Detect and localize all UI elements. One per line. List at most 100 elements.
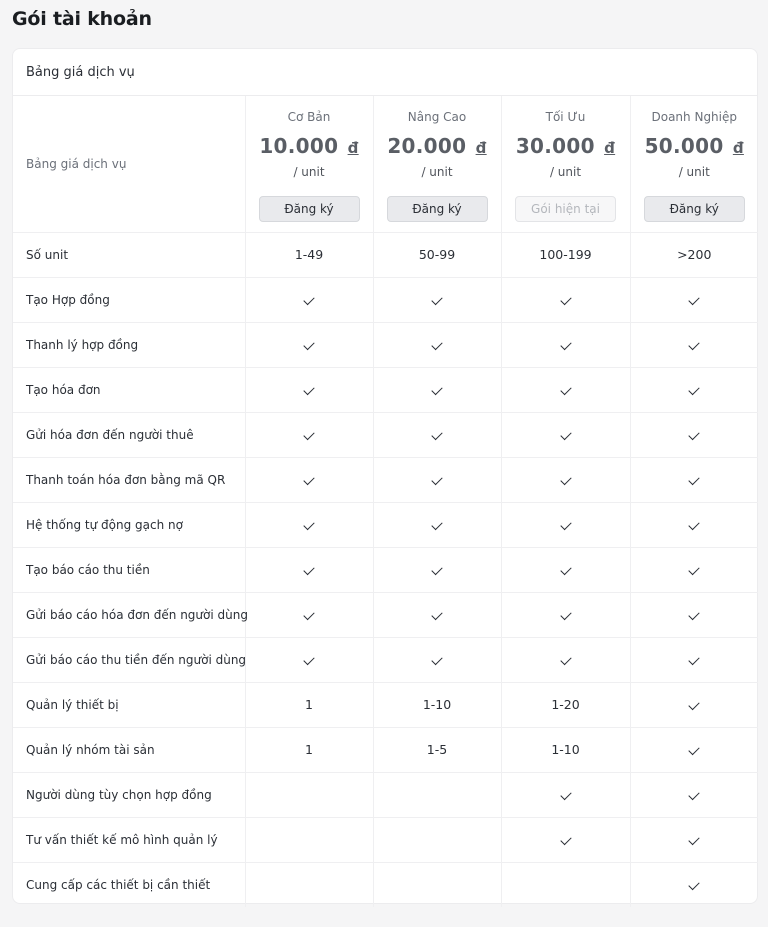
feature-value-cell xyxy=(245,817,374,863)
plan-unit: / unit xyxy=(678,165,710,179)
subscribe-button[interactable]: Đăng ký xyxy=(386,196,488,222)
subscribe-button[interactable]: Đăng ký xyxy=(643,196,745,222)
check-icon xyxy=(688,698,700,711)
plan-price-amount: 20.000 xyxy=(387,134,467,158)
feature-included-cell xyxy=(373,367,502,413)
feature-included-cell xyxy=(630,727,758,773)
feature-included-cell xyxy=(373,592,502,638)
feature-row: Gửi báo cáo thu tiền đến người dùng xyxy=(13,637,758,683)
pricing-card: Bảng giá dịch vụ Bảng giá dịch vụ Cơ Bản… xyxy=(12,48,759,907)
check-icon xyxy=(559,653,572,666)
page-title: Gói tài khoản xyxy=(12,8,152,30)
feature-included-cell xyxy=(245,547,374,593)
feature-label: Cung cấp các thiết bị cần thiết xyxy=(13,862,246,907)
check-icon xyxy=(559,383,572,396)
feature-row: Thanh lý hợp đồng xyxy=(13,322,758,368)
plan-name: Cơ Bản xyxy=(287,110,331,124)
check-icon xyxy=(559,788,572,801)
feature-label: Thanh toán hóa đơn bằng mã QR xyxy=(13,457,246,503)
feature-label: Gửi hóa đơn đến người thuê xyxy=(13,412,246,458)
feature-included-cell xyxy=(501,547,631,593)
feature-row: Gửi báo cáo hóa đơn đến người dùng xyxy=(13,592,758,638)
feature-included-cell xyxy=(245,637,374,683)
feature-label: Tạo hóa đơn xyxy=(13,367,246,413)
check-icon xyxy=(303,383,315,396)
subscribe-button[interactable]: Đăng ký xyxy=(258,196,360,222)
check-icon xyxy=(303,473,315,486)
feature-row: Thanh toán hóa đơn bằng mã QR xyxy=(13,457,758,503)
feature-included-cell xyxy=(630,862,758,907)
feature-included-cell xyxy=(501,502,631,548)
plan-price-amount: 50.000 xyxy=(644,134,724,158)
plan-unit: / unit xyxy=(421,165,453,179)
feature-included-cell xyxy=(373,457,502,503)
feature-label: Gửi báo cáo hóa đơn đến người dùng xyxy=(13,592,248,638)
check-icon xyxy=(431,563,443,576)
plan-column-header: Doanh Nghiệp 50.000 đ / unit Đăng ký xyxy=(630,96,759,233)
feature-row: Người dùng tùy chọn hợp đồng xyxy=(13,772,758,818)
feature-value-cell: 50-99 xyxy=(373,232,502,278)
feature-included-cell xyxy=(245,412,374,458)
feature-label: Người dùng tùy chọn hợp đồng xyxy=(13,772,246,818)
feature-included-cell xyxy=(501,412,631,458)
feature-label: Hệ thống tự động gạch nợ xyxy=(13,502,246,548)
feature-row: Số unit 1-49 50-99 100-199 >200 xyxy=(13,232,758,278)
feature-included-cell xyxy=(245,457,374,503)
plan-name: Tối Ưu xyxy=(545,110,586,124)
feature-included-cell xyxy=(630,277,758,323)
check-icon xyxy=(303,608,315,621)
feature-row: Tư vấn thiết kế mô hình quản lý xyxy=(13,817,758,863)
check-icon xyxy=(303,653,315,666)
feature-included-cell xyxy=(630,592,758,638)
currency-symbol: đ xyxy=(732,139,744,157)
currency-symbol: đ xyxy=(347,139,359,157)
check-icon xyxy=(303,518,315,531)
plan-price: 30.000 đ xyxy=(502,134,630,160)
card-header: Bảng giá dịch vụ xyxy=(13,49,757,96)
feature-included-cell xyxy=(373,637,502,683)
feature-included-cell xyxy=(245,367,374,413)
plan-column-header: Tối Ưu 30.000 đ / unit Gói hiện tại xyxy=(501,96,631,233)
feature-label: Tư vấn thiết kế mô hình quản lý xyxy=(13,817,246,863)
check-icon xyxy=(559,518,572,531)
feature-included-cell xyxy=(501,637,631,683)
feature-value-cell xyxy=(245,772,374,818)
plan-name: Nâng Cao xyxy=(407,110,467,124)
feature-row: Quản lý thiết bị 1 1-10 1-20 xyxy=(13,682,758,728)
feature-included-cell xyxy=(373,502,502,548)
feature-label: Quản lý thiết bị xyxy=(13,682,246,728)
check-icon xyxy=(431,338,443,351)
feature-label: Tạo Hợp đồng xyxy=(13,277,246,323)
check-icon xyxy=(431,428,443,441)
currency-symbol: đ xyxy=(604,139,616,157)
check-icon xyxy=(431,608,443,621)
plan-price: 20.000 đ xyxy=(374,134,501,160)
current-plan-button: Gói hiện tại xyxy=(515,196,616,222)
feature-row: Quản lý nhóm tài sản 1 1-5 1-10 xyxy=(13,727,758,773)
feature-included-cell xyxy=(501,772,631,818)
plan-unit: / unit xyxy=(293,165,325,179)
feature-included-cell xyxy=(373,412,502,458)
check-icon xyxy=(688,608,700,621)
feature-value-cell: 1-20 xyxy=(501,682,631,728)
feature-included-cell xyxy=(373,277,502,323)
feature-included-cell xyxy=(501,817,631,863)
plan-price: 50.000 đ xyxy=(631,134,759,160)
check-icon xyxy=(688,383,700,396)
check-icon xyxy=(688,879,700,891)
feature-included-cell xyxy=(245,502,374,548)
feature-row: Tạo Hợp đồng xyxy=(13,277,758,323)
feature-value-cell: 1 xyxy=(245,682,374,728)
feature-included-cell xyxy=(245,277,374,323)
feature-label: Quản lý nhóm tài sản xyxy=(13,727,246,773)
check-icon xyxy=(688,473,700,486)
check-icon xyxy=(688,833,700,846)
check-icon xyxy=(559,338,572,351)
feature-row: Gửi hóa đơn đến người thuê xyxy=(13,412,758,458)
check-icon xyxy=(559,293,572,306)
feature-included-cell xyxy=(373,547,502,593)
feature-included-cell xyxy=(630,457,758,503)
check-icon xyxy=(303,428,315,441)
check-icon xyxy=(688,563,700,576)
plan-header-row: Bảng giá dịch vụ Cơ Bản 10.000 đ / unit Đăn… xyxy=(13,96,759,233)
